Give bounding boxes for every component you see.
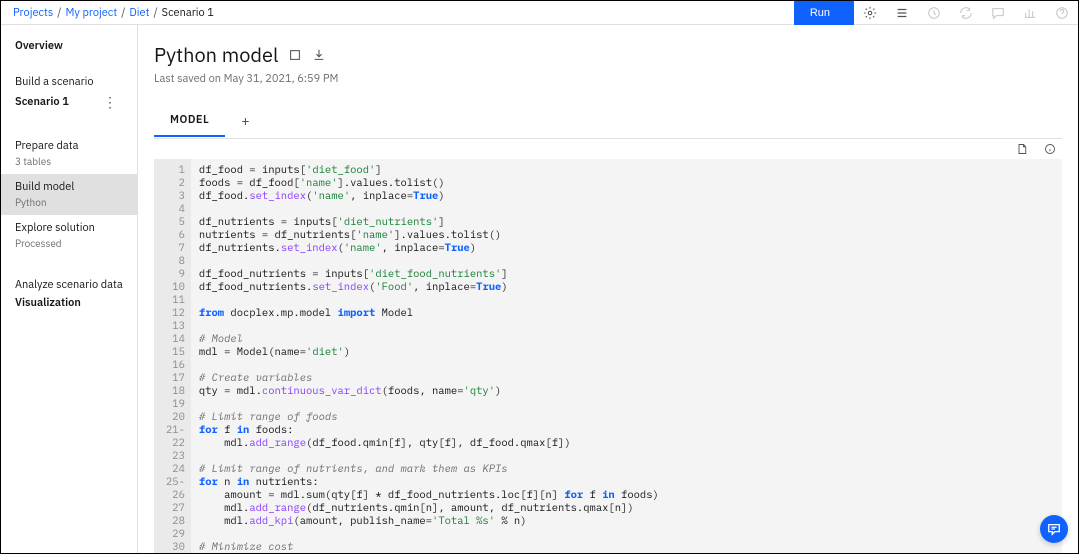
export-icon[interactable] [1016,143,1028,155]
chat-icon [1047,522,1061,536]
breadcrumb: Projects / My project / Diet / Scenario … [1,6,794,20]
main-header: Python model [154,41,1062,68]
breadcrumb-diet[interactable]: Diet [129,6,149,20]
sidebar-item-explore-solution[interactable]: Explore solution Processed [1,215,137,256]
tab-add[interactable]: + [225,104,265,138]
code-editor[interactable]: 123456789101112131415161718192021-222324… [154,159,1062,553]
editor-toolbar [154,139,1062,159]
tab-model[interactable]: MODEL [154,105,225,137]
sidebar: Overview Build a scenario Scenario 1 ⋮ P… [1,25,138,553]
breadcrumb-sep: / [121,6,125,20]
sidebar-overview[interactable]: Overview [15,39,123,53]
download-icon[interactable] [312,48,326,62]
breadcrumb-sep: / [153,6,157,20]
chat-icon[interactable] [982,1,1014,25]
sidebar-scenario-name[interactable]: Scenario 1 [15,95,69,109]
info-icon[interactable] [1044,143,1056,155]
chart-icon[interactable] [1014,1,1046,25]
help-icon[interactable] [1046,1,1078,25]
sidebar-analyze-label: Analyze scenario data [15,278,123,292]
refresh-icon[interactable] [950,1,982,25]
sidebar-item-sub: 3 tables [15,155,123,168]
sidebar-item-prepare-data[interactable]: Prepare data 3 tables [1,133,137,174]
sidebar-item-sub: Processed [15,237,123,250]
sidebar-item-label: Build model [15,180,123,194]
topbar: Projects / My project / Diet / Scenario … [1,1,1078,25]
breadcrumb-my-project[interactable]: My project [65,6,117,20]
help-fab[interactable] [1040,515,1068,543]
history-icon[interactable] [918,1,950,25]
settings-icon[interactable] [854,1,886,25]
scenario-menu-icon[interactable]: ⋮ [103,93,117,111]
sidebar-item-label: Prepare data [15,139,123,153]
tabs: MODEL + [154,104,1062,139]
editor-code[interactable]: df_food = inputs['diet_food']foods = df_… [191,159,667,553]
breadcrumb-sep: / [57,6,61,20]
sidebar-item-build-model[interactable]: Build model Python [1,174,137,215]
expand-icon[interactable] [288,48,302,62]
run-button[interactable]: Run [794,1,854,25]
main: Python model Last saved on May 31, 2021,… [138,25,1078,553]
page-title: Python model [154,41,278,68]
sidebar-build-scenario-label: Build a scenario [15,75,123,89]
sidebar-item-label: Explore solution [15,221,123,235]
breadcrumb-projects[interactable]: Projects [13,6,53,20]
menu-icon[interactable] [886,1,918,25]
sidebar-visualization[interactable]: Visualization [15,296,123,310]
editor-gutter: 123456789101112131415161718192021-222324… [154,159,191,553]
run-label: Run [810,7,830,19]
last-saved: Last saved on May 31, 2021, 6:59 PM [154,72,1062,86]
sidebar-item-sub: Python [15,196,123,209]
breadcrumb-current: Scenario 1 [162,6,214,20]
topbar-actions: Run [794,1,1078,24]
